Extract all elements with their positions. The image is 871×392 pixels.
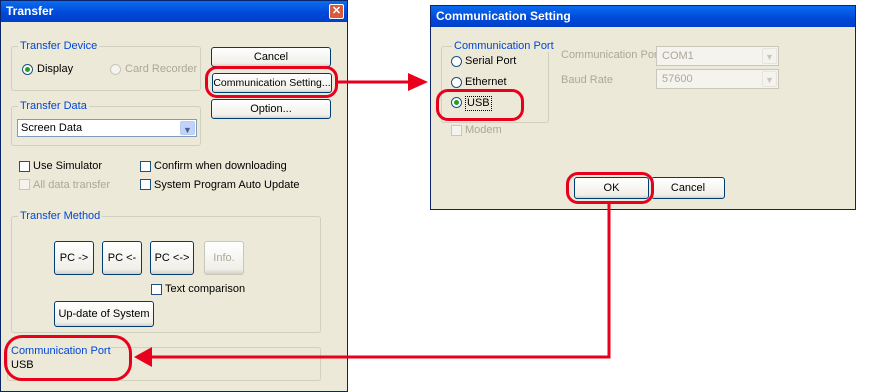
arrow-line-to-status (150, 204, 611, 359)
arrow-head-left (134, 347, 152, 367)
annotation-arrows (134, 73, 611, 367)
arrow-head-right (408, 73, 428, 91)
